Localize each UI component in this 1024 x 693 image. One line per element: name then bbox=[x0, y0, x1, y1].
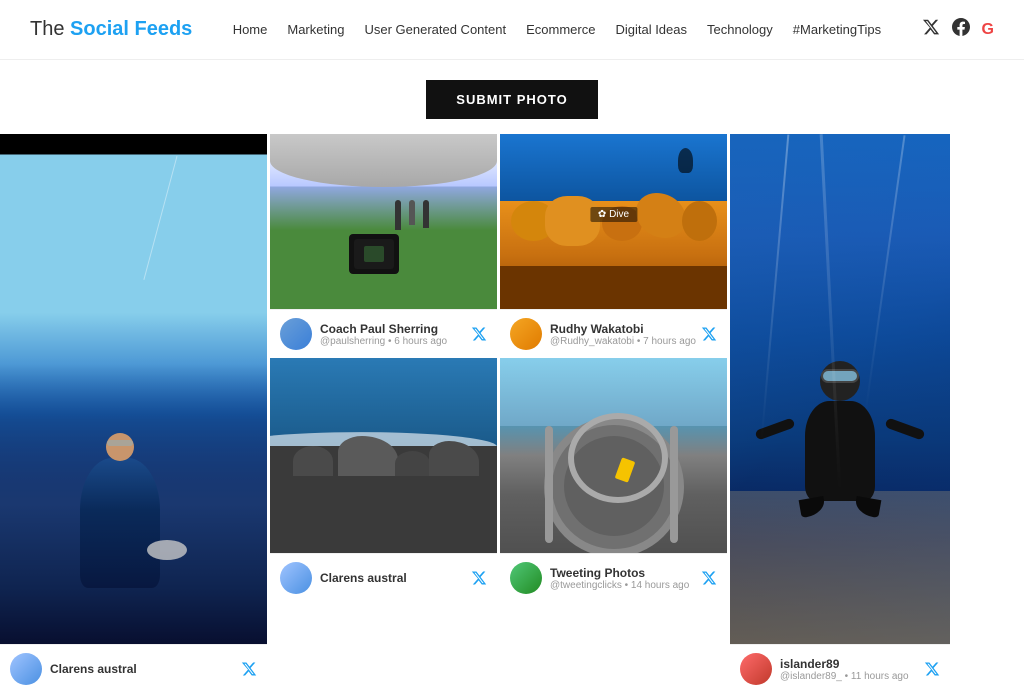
dive-label: ✿ Dive bbox=[598, 209, 629, 220]
dive-overlay: ✿ Dive bbox=[590, 207, 637, 222]
card-clarens2-info: Clarens austral bbox=[270, 553, 497, 602]
photo-soccer bbox=[270, 134, 497, 309]
photo-diver bbox=[730, 134, 950, 644]
user-name-rudhy: Rudhy Wakatobi bbox=[550, 322, 696, 336]
user-handle-paul: @paulsherring • 6 hours ago bbox=[320, 336, 447, 347]
nav-ugc[interactable]: User Generated Content bbox=[364, 22, 506, 37]
card-clarens-info: Clarens austral bbox=[0, 644, 267, 693]
twitter-bird-clarens bbox=[241, 661, 257, 677]
main-nav: Home Marketing User Generated Content Ec… bbox=[233, 22, 881, 37]
card-tweeting-info: Tweeting Photos @tweetingclicks • 14 hou… bbox=[500, 553, 727, 602]
twitter-icon[interactable] bbox=[922, 18, 940, 41]
submit-area: SUBMIT PHOTO bbox=[0, 60, 1024, 134]
nav-ecommerce[interactable]: Ecommerce bbox=[526, 22, 595, 37]
photo-fishing bbox=[0, 134, 267, 644]
user-name-paul: Coach Paul Sherring bbox=[320, 322, 447, 336]
user-info-islander: islander89 @islander89_ • 11 hours ago bbox=[780, 657, 909, 682]
user-name-tweeting: Tweeting Photos bbox=[550, 566, 689, 580]
nav-marketing[interactable]: Marketing bbox=[287, 22, 344, 37]
nav-marketing-tips[interactable]: #MarketingTips bbox=[793, 22, 881, 37]
photo-rocks bbox=[270, 358, 497, 553]
card-user-islander: islander89 @islander89_ • 11 hours ago bbox=[740, 653, 909, 685]
user-name-clarens2: Clarens austral bbox=[320, 571, 407, 585]
avatar-paul bbox=[280, 318, 312, 350]
submit-photo-button[interactable]: SUBMIT PHOTO bbox=[426, 80, 597, 119]
column-2: Coach Paul Sherring @paulsherring • 6 ho… bbox=[270, 134, 500, 693]
user-handle-islander: @islander89_ • 11 hours ago bbox=[780, 671, 909, 682]
site-header: The Social Feeds Home Marketing User Gen… bbox=[0, 0, 1024, 60]
column-4: islander89 @islander89_ • 11 hours ago bbox=[730, 134, 950, 693]
avatar-clarens bbox=[10, 653, 42, 685]
twitter-bird-paul bbox=[471, 326, 487, 342]
user-info-paul: Coach Paul Sherring @paulsherring • 6 ho… bbox=[320, 322, 447, 347]
avatar-clarens2 bbox=[280, 562, 312, 594]
user-info-tweeting: Tweeting Photos @tweetingclicks • 14 hou… bbox=[550, 566, 689, 591]
logo-text-bold: Social Feeds bbox=[70, 18, 192, 40]
nav-technology[interactable]: Technology bbox=[707, 22, 773, 37]
card-user-rudhy: Rudhy Wakatobi @Rudhy_wakatobi • 7 hours… bbox=[510, 318, 696, 350]
facebook-icon[interactable] bbox=[952, 18, 970, 41]
user-info-clarens: Clarens austral bbox=[50, 662, 137, 676]
card-user-tweeting: Tweeting Photos @tweetingclicks • 14 hou… bbox=[510, 562, 689, 594]
photo-road bbox=[500, 358, 727, 553]
column-3: ✿ Dive Rudhy Wakatobi @Rudhy_wakatobi • … bbox=[500, 134, 730, 693]
user-info-clarens2: Clarens austral bbox=[320, 571, 407, 585]
user-info-rudhy: Rudhy Wakatobi @Rudhy_wakatobi • 7 hours… bbox=[550, 322, 696, 347]
card-rudhy-info: Rudhy Wakatobi @Rudhy_wakatobi • 7 hours… bbox=[500, 309, 727, 358]
avatar-tweeting bbox=[510, 562, 542, 594]
user-name-clarens: Clarens austral bbox=[50, 662, 137, 676]
avatar-rudhy bbox=[510, 318, 542, 350]
card-user-paul: Coach Paul Sherring @paulsherring • 6 ho… bbox=[280, 318, 447, 350]
site-logo[interactable]: The Social Feeds bbox=[30, 18, 192, 41]
nav-home[interactable]: Home bbox=[233, 22, 268, 37]
card-paul-info: Coach Paul Sherring @paulsherring • 6 ho… bbox=[270, 309, 497, 358]
user-name-islander: islander89 bbox=[780, 657, 909, 671]
photo-grid: Clarens austral bbox=[0, 134, 1024, 693]
user-handle-rudhy: @Rudhy_wakatobi • 7 hours ago bbox=[550, 336, 696, 347]
twitter-bird-clarens2 bbox=[471, 570, 487, 586]
card-islander-info: islander89 @islander89_ • 11 hours ago bbox=[730, 644, 950, 693]
nav-digital-ideas[interactable]: Digital Ideas bbox=[615, 22, 687, 37]
card-user-clarens: Clarens austral bbox=[10, 653, 137, 685]
avatar-islander bbox=[740, 653, 772, 685]
google-icon[interactable]: G bbox=[982, 21, 994, 39]
photo-coral: ✿ Dive bbox=[500, 134, 727, 309]
column-1: Clarens austral bbox=[0, 134, 270, 693]
twitter-bird-islander bbox=[924, 661, 940, 677]
card-user-clarens2: Clarens austral bbox=[280, 562, 407, 594]
logo-text-regular: The bbox=[30, 18, 70, 40]
twitter-bird-tweeting bbox=[701, 570, 717, 586]
twitter-bird-rudhy bbox=[701, 326, 717, 342]
header-social-icons: G bbox=[922, 18, 994, 41]
